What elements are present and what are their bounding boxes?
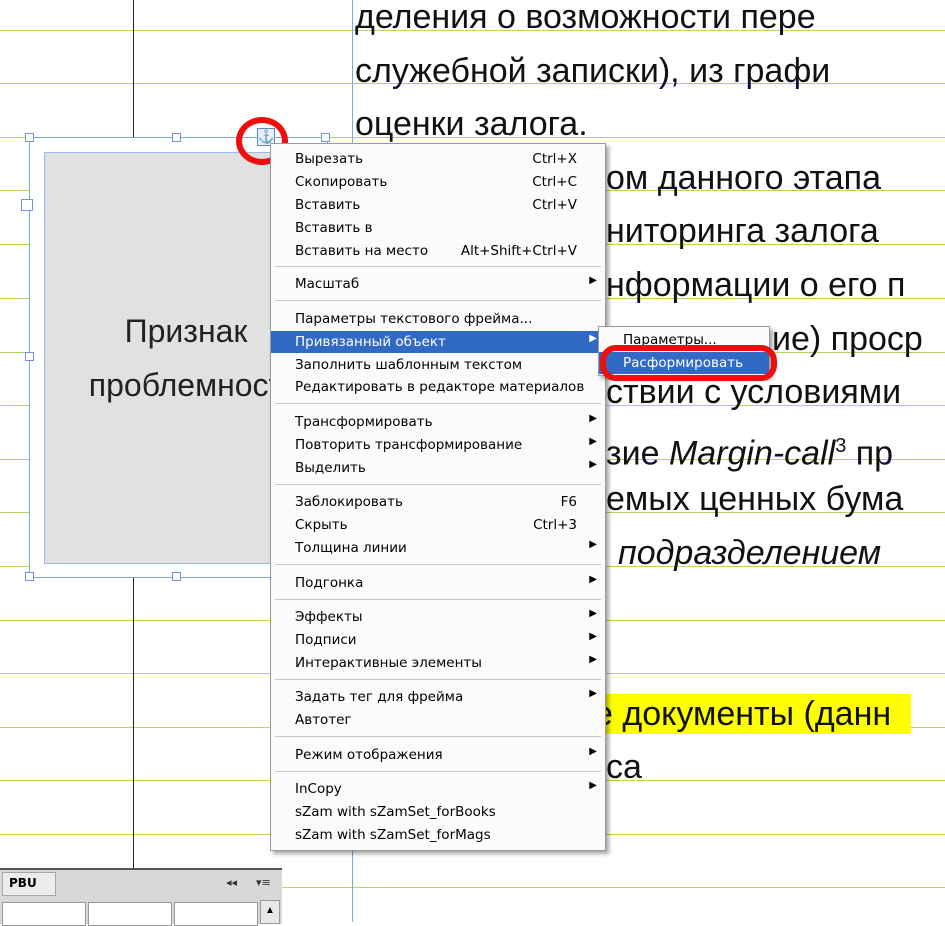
menu-item-incopy[interactable]: InCopy ▶ bbox=[271, 778, 605, 800]
menu-item-interactive[interactable]: Интерактивные элементы ▶ bbox=[271, 652, 605, 674]
menu-item-tag-frame[interactable]: Задать тег для фрейма ▶ bbox=[271, 686, 605, 708]
submenu-arrow-icon: ▶ bbox=[589, 688, 597, 699]
panel-thumbnail[interactable] bbox=[174, 902, 258, 926]
submenu-arrow-icon: ▶ bbox=[589, 574, 597, 585]
doc-line-2: служебной записки), из графи bbox=[355, 52, 831, 90]
menu-item-autotag[interactable]: Автотег bbox=[271, 709, 605, 731]
doc-line-5: ниторинга залога bbox=[606, 212, 879, 250]
menu-item-szam-books[interactable]: sZam with sZamSet_forBooks bbox=[271, 801, 605, 823]
panel-thumbnail[interactable] bbox=[88, 902, 172, 926]
menu-item-fill-placeholder[interactable]: Заполнить шаблонным текстом bbox=[271, 354, 605, 376]
doc-line-6: нформации о его п bbox=[606, 266, 906, 304]
menu-separator bbox=[275, 300, 601, 301]
menu-item-copy[interactable]: Скопировать Ctrl+C bbox=[271, 171, 605, 193]
submenu-arrow-icon: ▶ bbox=[589, 333, 597, 344]
doc-line-11: подразделением bbox=[618, 534, 882, 572]
menu-item-szam-mags[interactable]: sZam with sZamSet_forMags bbox=[271, 824, 605, 846]
resize-handle-tr[interactable] bbox=[321, 133, 330, 142]
menu-item-cut[interactable]: Вырезать Ctrl+X bbox=[271, 148, 605, 170]
submenu-arrow-icon: ▶ bbox=[589, 746, 597, 757]
resize-handle-bm[interactable] bbox=[172, 572, 181, 581]
submenu-arrow-icon: ▶ bbox=[589, 654, 597, 665]
menu-item-anchored-object[interactable]: Привязанный объект ▶ bbox=[271, 331, 605, 353]
panel-menu-icon[interactable]: ▾≡ bbox=[256, 876, 271, 889]
doc-line-13: са bbox=[606, 748, 642, 786]
doc-line-3: оценки залога. bbox=[355, 105, 588, 143]
submenu-arrow-icon: ▶ bbox=[589, 275, 597, 286]
menu-item-zoom[interactable]: Масштаб ▶ bbox=[271, 273, 605, 295]
doc-line-9: зие Margin-call3 пр bbox=[606, 434, 894, 473]
pbu-panel: PBU ◂◂ ▾≡ ▲ bbox=[0, 868, 282, 926]
submenu-arrow-icon: ▶ bbox=[589, 608, 597, 619]
menu-item-paste-in-place[interactable]: Вставить на место Alt+Shift+Ctrl+V bbox=[271, 240, 605, 262]
menu-item-display-performance[interactable]: Режим отображения ▶ bbox=[271, 744, 605, 766]
doc-line-10: емых ценных бума bbox=[606, 480, 904, 518]
menu-separator bbox=[275, 771, 601, 772]
menu-item-text-frame-options[interactable]: Параметры текстового фрейма... bbox=[271, 308, 605, 330]
doc-line-4: ом данного этапа bbox=[606, 159, 881, 197]
doc-line-12-highlighted: е документы (данн bbox=[594, 694, 912, 734]
menu-item-select[interactable]: Выделить ▶ bbox=[271, 457, 605, 479]
menu-separator bbox=[275, 599, 601, 600]
submenu-arrow-icon: ▶ bbox=[589, 459, 597, 470]
resize-handle-ml[interactable] bbox=[25, 352, 34, 361]
submenu-arrow-icon: ▶ bbox=[589, 780, 597, 791]
menu-separator bbox=[275, 484, 601, 485]
submenu-arrow-icon: ▶ bbox=[589, 436, 597, 447]
menu-item-paste-into[interactable]: Вставить в bbox=[271, 217, 605, 239]
panel-tab-pbu[interactable]: PBU bbox=[2, 872, 56, 896]
doc-line-1: деления о возможности пере bbox=[355, 0, 816, 36]
menu-item-paste[interactable]: Вставить Ctrl+V bbox=[271, 194, 605, 216]
menu-item-transform-again[interactable]: Повторить трансформирование ▶ bbox=[271, 434, 605, 456]
context-menu: Вырезать Ctrl+X Скопировать Ctrl+C Вставит… bbox=[270, 143, 606, 851]
menu-item-effects[interactable]: Эффекты ▶ bbox=[271, 606, 605, 628]
in-port-handle[interactable] bbox=[21, 199, 33, 211]
menu-item-edit-in-story-editor[interactable]: Редактировать в редакторе материалов bbox=[271, 376, 605, 398]
menu-item-fitting[interactable]: Подгонка ▶ bbox=[271, 572, 605, 594]
submenu-arrow-icon: ▶ bbox=[589, 631, 597, 642]
doc-line-7: ие) проср bbox=[772, 320, 923, 358]
menu-item-transform[interactable]: Трансформировать ▶ bbox=[271, 411, 605, 433]
menu-separator bbox=[275, 679, 601, 680]
menu-separator bbox=[275, 266, 601, 267]
menu-item-lock[interactable]: Заблокировать F6 bbox=[271, 491, 605, 513]
menu-item-stroke-weight[interactable]: Толщина линии ▶ bbox=[271, 537, 605, 559]
submenu-arrow-icon: ▶ bbox=[589, 539, 597, 550]
resize-handle-tl[interactable] bbox=[25, 133, 34, 142]
annotation-ring-release bbox=[600, 345, 777, 381]
panel-thumbnail[interactable] bbox=[2, 902, 86, 926]
menu-separator bbox=[275, 736, 601, 737]
menu-item-captions[interactable]: Подписи ▶ bbox=[271, 629, 605, 651]
submenu-arrow-icon: ▶ bbox=[589, 413, 597, 424]
collapse-icon[interactable]: ◂◂ bbox=[226, 876, 237, 889]
menu-separator bbox=[275, 564, 601, 565]
menu-separator bbox=[275, 403, 601, 404]
resize-handle-tm[interactable] bbox=[172, 133, 181, 142]
resize-handle-bl[interactable] bbox=[25, 572, 34, 581]
menu-item-hide[interactable]: Скрыть Ctrl+3 bbox=[271, 514, 605, 536]
scroll-up-icon[interactable]: ▲ bbox=[260, 900, 280, 924]
